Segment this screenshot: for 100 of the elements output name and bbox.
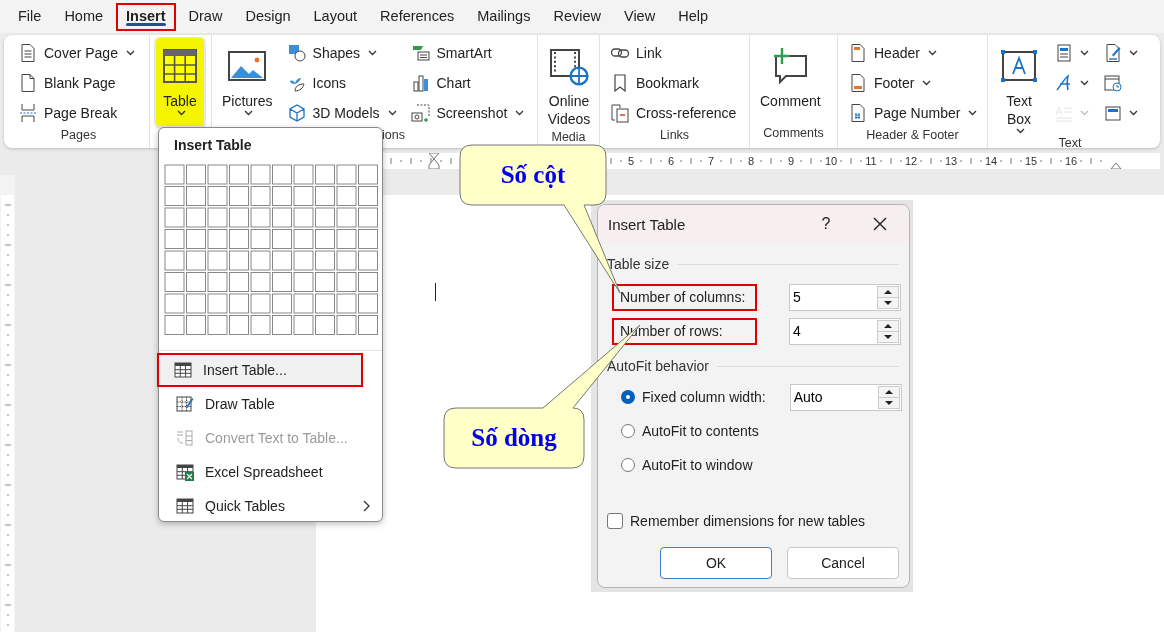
caret-icon [1080, 110, 1089, 116]
ribbon-button[interactable]: Pictures [218, 38, 277, 128]
ruler-number: 10 [823, 154, 839, 169]
caret-icon [368, 50, 378, 56]
ribbon-button[interactable]: Header [844, 38, 982, 68]
table-size-grid[interactable] [163, 164, 380, 338]
section-heading: Table size [607, 256, 670, 272]
caret-icon [922, 80, 932, 86]
radio-option[interactable]: AutoFit to window [621, 457, 753, 473]
ruler-number: 12 [903, 154, 919, 169]
menu-item[interactable]: Excel Spreadsheet [159, 455, 382, 489]
video-globe-icon [549, 46, 589, 86]
menu-tab[interactable]: Insert [116, 2, 176, 31]
draw-table-icon [175, 394, 195, 414]
ruler-number: 13 [943, 154, 959, 169]
radio-option[interactable]: Fixed column width: [621, 389, 766, 405]
ribbon-button[interactable]: Page Number [844, 98, 982, 128]
convert-table-icon [175, 428, 195, 448]
calendar-icon [1103, 73, 1123, 93]
cross-reference-icon [610, 103, 630, 123]
menu-tab[interactable]: Layout [303, 2, 368, 31]
ribbon-button[interactable]: Page Break [14, 98, 139, 128]
ribbon-button[interactable]: Cover Page [14, 38, 139, 68]
ribbon-button[interactable]: Cross-reference [606, 98, 741, 128]
spin-arrows-icon[interactable] [877, 385, 900, 409]
radio-button[interactable] [621, 390, 635, 404]
ribbon-button[interactable]: Comment [756, 38, 825, 126]
page-break-icon [18, 103, 38, 123]
radio-button[interactable] [621, 424, 635, 438]
table-icon [175, 496, 195, 516]
caret-icon [176, 110, 186, 116]
caret-icon [387, 110, 397, 116]
menu-tab[interactable]: References [370, 2, 465, 31]
chevron-right-icon [362, 500, 370, 512]
ribbon-button[interactable]: Screenshot [406, 98, 529, 128]
spin-arrows-icon[interactable] [877, 319, 899, 343]
table-icon [173, 360, 193, 380]
group-label: Text [1058, 136, 1082, 150]
menu-item[interactable]: Insert Table... [157, 353, 363, 387]
page-number-icon [848, 103, 868, 123]
group-label: Links [659, 128, 690, 142]
caret-icon [1129, 50, 1138, 56]
ribbon-button[interactable]: Footer [844, 68, 982, 98]
ribbon-button[interactable]: Text Box [994, 38, 1044, 136]
cube-icon [286, 103, 307, 123]
caret-icon [1129, 110, 1138, 116]
ribbon-button[interactable]: Online Videos [544, 38, 594, 130]
menu-tab[interactable]: Draw [178, 2, 233, 31]
footer-icon [848, 73, 868, 93]
diagram-icon [410, 43, 431, 63]
caret-icon [1080, 80, 1089, 86]
caret-icon [1015, 128, 1025, 134]
menu-tab[interactable]: File [8, 2, 52, 31]
ribbon-button[interactable]: Bookmark [606, 68, 741, 98]
menu-tab[interactable]: Home [54, 2, 114, 31]
shapes-icon [286, 43, 307, 63]
field-label: Number of columns: [612, 283, 757, 311]
document-icon [18, 43, 38, 63]
ribbon-button[interactable]: Table [156, 38, 204, 126]
callout-text: Số cột [500, 161, 566, 189]
text-cursor [435, 283, 436, 301]
radio-button[interactable] [621, 458, 635, 472]
radio-option[interactable]: AutoFit to contents [621, 423, 759, 439]
spin-arrows-icon[interactable] [877, 285, 899, 309]
ribbon-button[interactable]: 3D Models [282, 98, 401, 128]
ribbon-button[interactable]: SmartArt [406, 38, 529, 68]
menu-tab[interactable]: Design [235, 2, 301, 31]
menu-tab[interactable]: Mailings [467, 2, 541, 31]
close-icon [873, 217, 887, 231]
group-label: ions [382, 128, 405, 142]
group-label: Header & Footer [866, 128, 959, 142]
menu-tab[interactable]: Review [543, 2, 611, 31]
page-icon [18, 73, 38, 93]
menu-tab[interactable]: View [614, 2, 666, 31]
ruler-number: 6 [666, 154, 676, 169]
dialog-button[interactable]: OK [660, 547, 772, 579]
checkbox[interactable] [607, 513, 623, 529]
menu-tab[interactable]: Help [668, 2, 718, 31]
ribbon-button[interactable]: Blank Page [14, 68, 139, 98]
menu-item[interactable]: Quick Tables [159, 489, 382, 523]
ribbon-button[interactable]: Icons [282, 68, 401, 98]
ruler-number: 9 [786, 154, 796, 169]
caret-icon [243, 110, 253, 116]
bar-chart-icon [410, 73, 431, 93]
menu-item[interactable]: Draw Table [159, 387, 382, 421]
ruler-number: 7 [706, 154, 716, 169]
ribbon-button[interactable]: Chart [406, 68, 529, 98]
menu-title: Insert Table [174, 137, 252, 153]
dialog-button[interactable]: Cancel [787, 547, 899, 579]
ruler-number: 15 [1023, 154, 1039, 169]
checkbox-option[interactable]: Remember dimensions for new tables [607, 513, 909, 529]
caret-icon [927, 50, 937, 56]
ribbon-button[interactable]: Link [606, 38, 741, 68]
help-button[interactable]: ? [801, 205, 851, 243]
caret-icon [125, 50, 135, 56]
signature-line-icon [1103, 43, 1123, 63]
caret-icon [515, 110, 525, 116]
ribbon-button[interactable]: Shapes [282, 38, 401, 68]
field-label: Number of rows: [612, 317, 757, 345]
spreadsheet-icon [175, 462, 195, 482]
